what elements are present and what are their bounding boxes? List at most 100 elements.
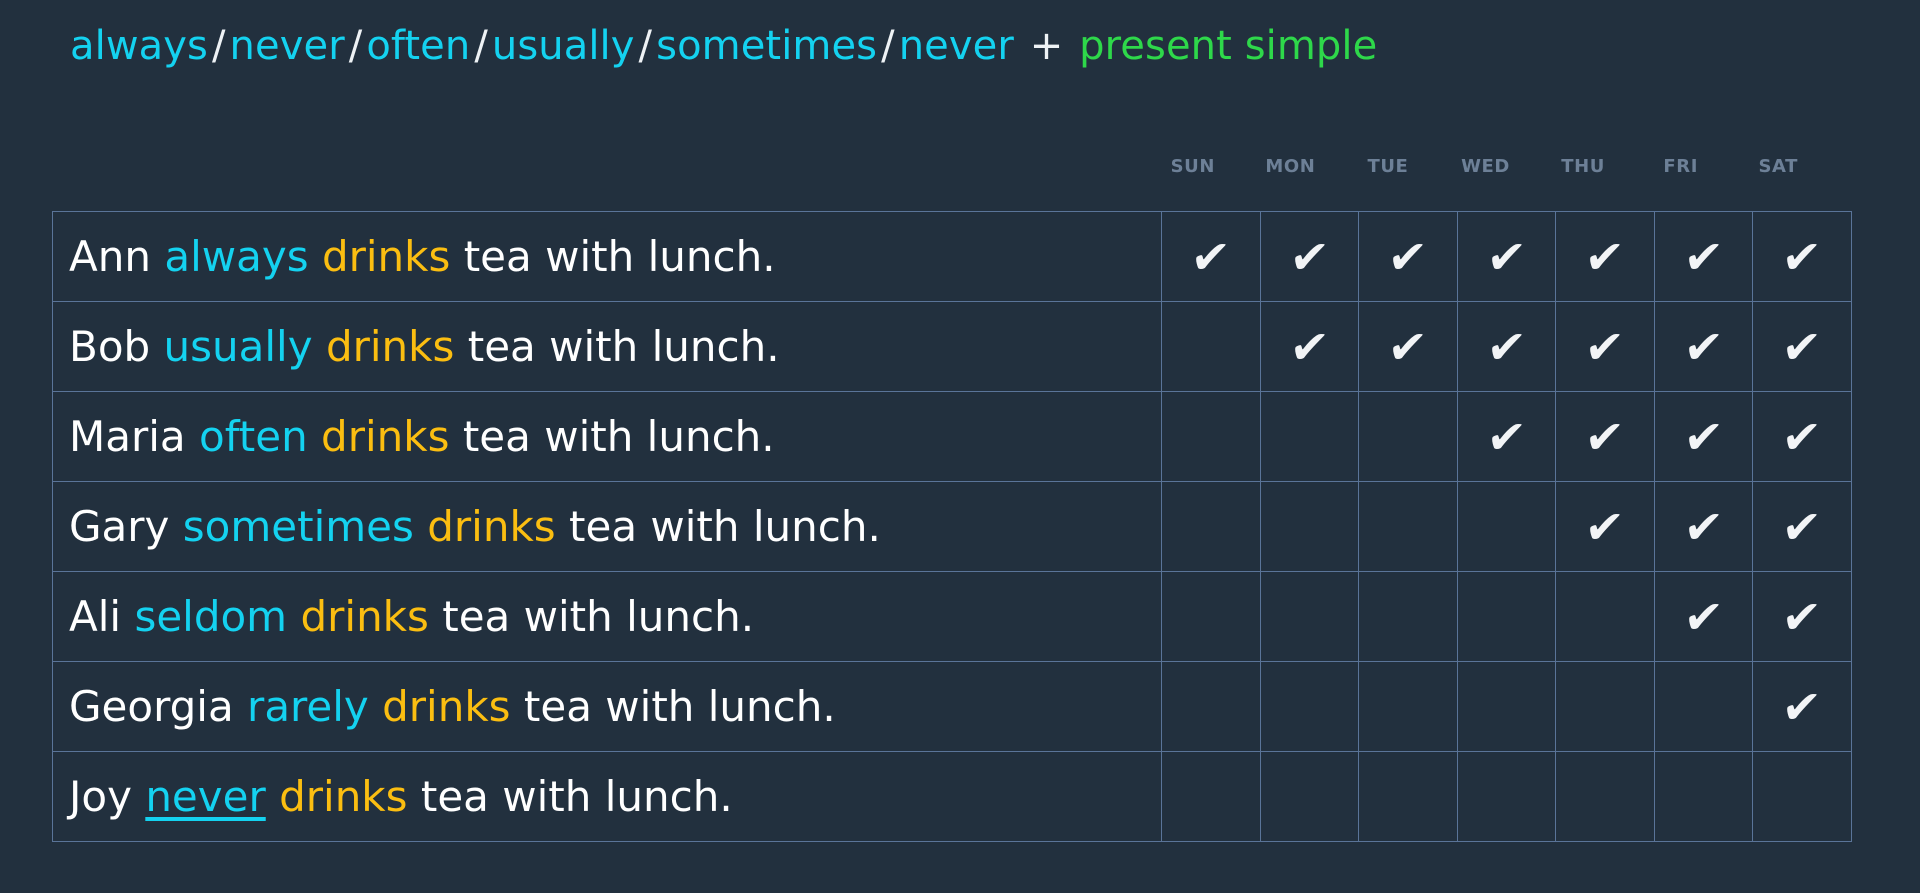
check-cell-wed[interactable]: ✔: [1456, 571, 1556, 662]
sentence-remainder: tea with lunch.: [467, 321, 780, 371]
check-cell-sat[interactable]: ✔: [1752, 391, 1852, 482]
check-cell-thu[interactable]: ✔: [1555, 661, 1655, 752]
check-cell-fri[interactable]: ✔: [1653, 571, 1753, 662]
check-cell-fri[interactable]: ✔: [1653, 661, 1753, 752]
check-icon: ✔: [1484, 319, 1529, 374]
title-adverb: always: [70, 23, 208, 69]
table-row: Georgia rarely drinks tea with lunch.✔✔✔…: [52, 661, 1852, 752]
subject-name: Ann: [69, 231, 151, 281]
check-cell-sun[interactable]: ✔: [1161, 301, 1261, 392]
title-separator: /: [348, 23, 363, 69]
table-row: Maria often drinks tea with lunch.✔✔✔✔✔✔…: [52, 391, 1852, 482]
verb-word: drinks: [279, 771, 408, 821]
check-cell-fri[interactable]: ✔: [1653, 391, 1753, 482]
check-cell-sun[interactable]: ✔: [1161, 391, 1261, 482]
check-icon: ✔: [1779, 229, 1824, 284]
check-cell-tue[interactable]: ✔: [1358, 661, 1458, 752]
sentence-remainder: tea with lunch.: [569, 501, 881, 551]
subject-name: Maria: [69, 411, 186, 461]
check-cell-wed[interactable]: ✔: [1456, 301, 1556, 392]
check-cell-sun[interactable]: ✔: [1161, 661, 1261, 752]
title-separator: /: [474, 23, 488, 69]
check-cell-thu[interactable]: ✔: [1555, 481, 1655, 572]
check-cell-sat[interactable]: ✔: [1752, 661, 1852, 752]
check-cell-thu[interactable]: ✔: [1555, 211, 1655, 302]
check-cell-tue[interactable]: ✔: [1358, 481, 1458, 572]
check-cell-tue[interactable]: ✔: [1358, 211, 1458, 302]
table-row: Ali seldom drinks tea with lunch.✔✔✔✔✔✔✔: [52, 571, 1852, 662]
check-cell-wed[interactable]: ✔: [1456, 661, 1556, 752]
check-cell-fri[interactable]: ✔: [1653, 211, 1753, 302]
check-icon: ✔: [1681, 499, 1726, 554]
day-header-mon: MON: [1265, 156, 1316, 177]
check-cell-mon[interactable]: ✔: [1259, 211, 1359, 302]
frequency-adverb: seldom: [134, 591, 288, 641]
check-cell-sun[interactable]: ✔: [1161, 571, 1261, 662]
table-row: Gary sometimes drinks tea with lunch. ✔ ✔ ✔…: [52, 481, 1852, 572]
check-icon: ✔: [1385, 319, 1430, 374]
check-cell-thu[interactable]: ✔: [1555, 391, 1655, 482]
check-cell-sat[interactable]: ✔: [1752, 571, 1852, 662]
check-cell-fri[interactable]: ✔: [1653, 481, 1753, 572]
sentence-cell: Bob usually drinks tea with lunch.: [52, 301, 1162, 392]
check-icon: ✔: [1681, 589, 1726, 644]
check-cell-sat[interactable]: ✔: [1752, 481, 1852, 572]
check-cell-sun[interactable]: ✔: [1161, 481, 1261, 572]
check-cell-tue[interactable]: ✔: [1358, 301, 1458, 392]
check-cell-mon[interactable]: ✔: [1259, 571, 1359, 662]
check-icon: ✔: [1484, 229, 1529, 284]
check-cell-wed[interactable]: ✔: [1456, 751, 1556, 842]
table-row: Joy never drinks tea with lunch.✔✔✔✔✔✔✔: [52, 751, 1852, 842]
check-cell-mon[interactable]: ✔: [1259, 301, 1359, 392]
verb-word: drinks: [321, 231, 451, 281]
check-icon: ✔: [1779, 679, 1824, 734]
sentence-remainder: tea with lunch.: [442, 591, 755, 641]
check-cell-sat[interactable]: ✔: [1752, 211, 1852, 302]
check-cell-sun[interactable]: ✔: [1161, 751, 1261, 842]
check-cell-thu[interactable]: ✔: [1555, 751, 1655, 842]
check-cell-wed[interactable]: ✔: [1456, 481, 1556, 572]
check-cell-mon[interactable]: ✔: [1259, 661, 1359, 752]
title-plus-sign: +: [1016, 23, 1077, 69]
check-cell-wed[interactable]: ✔: [1456, 211, 1556, 302]
title-separator: /: [638, 23, 653, 69]
check-cell-wed[interactable]: ✔: [1456, 391, 1556, 482]
day-header-tue: TUE: [1367, 156, 1409, 177]
check-icon: ✔: [1582, 499, 1627, 554]
check-cell-mon[interactable]: ✔: [1259, 481, 1359, 572]
subject-name: Bob: [69, 321, 151, 371]
check-cell-tue[interactable]: ✔: [1358, 391, 1458, 482]
check-icon: ✔: [1582, 409, 1627, 464]
title-separator: /: [211, 23, 226, 69]
check-cell-tue[interactable]: ✔: [1358, 751, 1458, 842]
frequency-adverb: always: [164, 231, 309, 281]
subject-name: Georgia: [69, 681, 234, 731]
verb-word: drinks: [382, 681, 511, 731]
verb-word: drinks: [300, 591, 429, 641]
check-cell-sat[interactable]: ✔: [1752, 751, 1852, 842]
check-icon: ✔: [1287, 229, 1332, 284]
sentence-cell: Ann always drinks tea with lunch.: [52, 211, 1162, 302]
check-cell-fri[interactable]: ✔: [1653, 301, 1753, 392]
frequency-table-body: Ann always drinks tea with lunch. ✔ ✔ ✔ ✔ ✔ ✔ ✔…: [52, 211, 1852, 842]
title-adverb: never: [898, 23, 1014, 69]
frequency-table: Ann always drinks tea with lunch. ✔ ✔ ✔ ✔ ✔ ✔ ✔…: [52, 211, 1852, 842]
day-header-sat: SAT: [1758, 156, 1799, 177]
day-header-row: SUN MON TUE WED THU FRI SAT: [1144, 155, 1827, 185]
subject-name: Joy: [69, 771, 132, 821]
check-icon: ✔: [1484, 409, 1529, 464]
check-cell-sat[interactable]: ✔: [1752, 301, 1852, 392]
sentence-remainder: tea with lunch.: [420, 771, 733, 821]
check-icon: ✔: [1779, 409, 1824, 464]
check-icon: ✔: [1582, 319, 1627, 374]
check-cell-thu[interactable]: ✔: [1555, 301, 1655, 392]
day-header-thu: THU: [1561, 156, 1605, 177]
check-cell-tue[interactable]: ✔: [1358, 571, 1458, 662]
check-cell-sun[interactable]: ✔: [1161, 211, 1261, 302]
check-cell-mon[interactable]: ✔: [1259, 751, 1359, 842]
check-cell-mon[interactable]: ✔: [1259, 391, 1359, 482]
page-title: always / never / often / usually / sometimes / nev…: [70, 22, 1377, 70]
check-cell-fri[interactable]: ✔: [1653, 751, 1753, 842]
check-cell-thu[interactable]: ✔: [1555, 571, 1655, 662]
subject-name: Gary: [69, 501, 170, 551]
